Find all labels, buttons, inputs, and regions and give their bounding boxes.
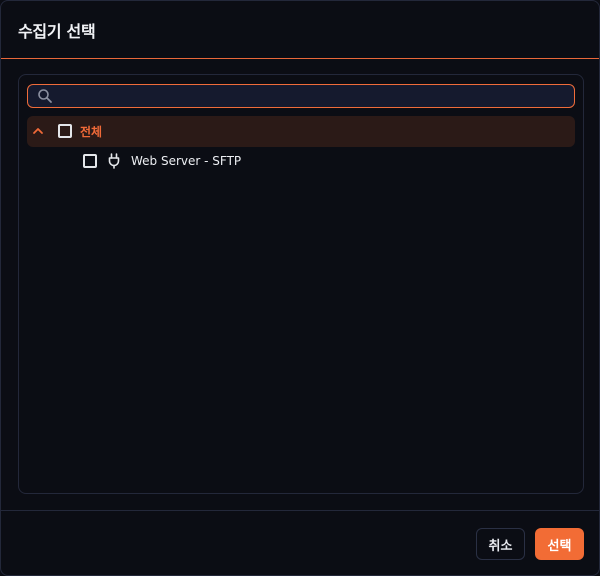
plug-icon [108, 153, 120, 169]
dialog-header: 수집기 선택 [1, 1, 599, 59]
search-input[interactable] [58, 86, 566, 106]
root-checkbox[interactable] [58, 124, 72, 138]
collector-select-dialog: 수집기 선택 전체 Web Server - SFTP 취소 선택 [0, 0, 600, 576]
tree-item-checkbox[interactable] [83, 154, 97, 168]
tree-item-web-server-sftp[interactable]: Web Server - SFTP [75, 149, 375, 173]
search-box[interactable] [27, 84, 575, 108]
dialog-body: 전체 Web Server - SFTP [18, 74, 584, 494]
cancel-button[interactable]: 취소 [476, 528, 525, 560]
tree-root-label: 전체 [80, 125, 103, 139]
search-icon [38, 89, 52, 103]
dialog-title: 수집기 선택 [18, 22, 96, 41]
tree-root-row[interactable]: 전체 [27, 116, 575, 147]
chevron-up-icon[interactable] [32, 126, 44, 136]
dialog-footer: 취소 선택 [1, 510, 599, 575]
select-button[interactable]: 선택 [535, 528, 584, 560]
tree-item-label: Web Server - SFTP [131, 154, 242, 168]
